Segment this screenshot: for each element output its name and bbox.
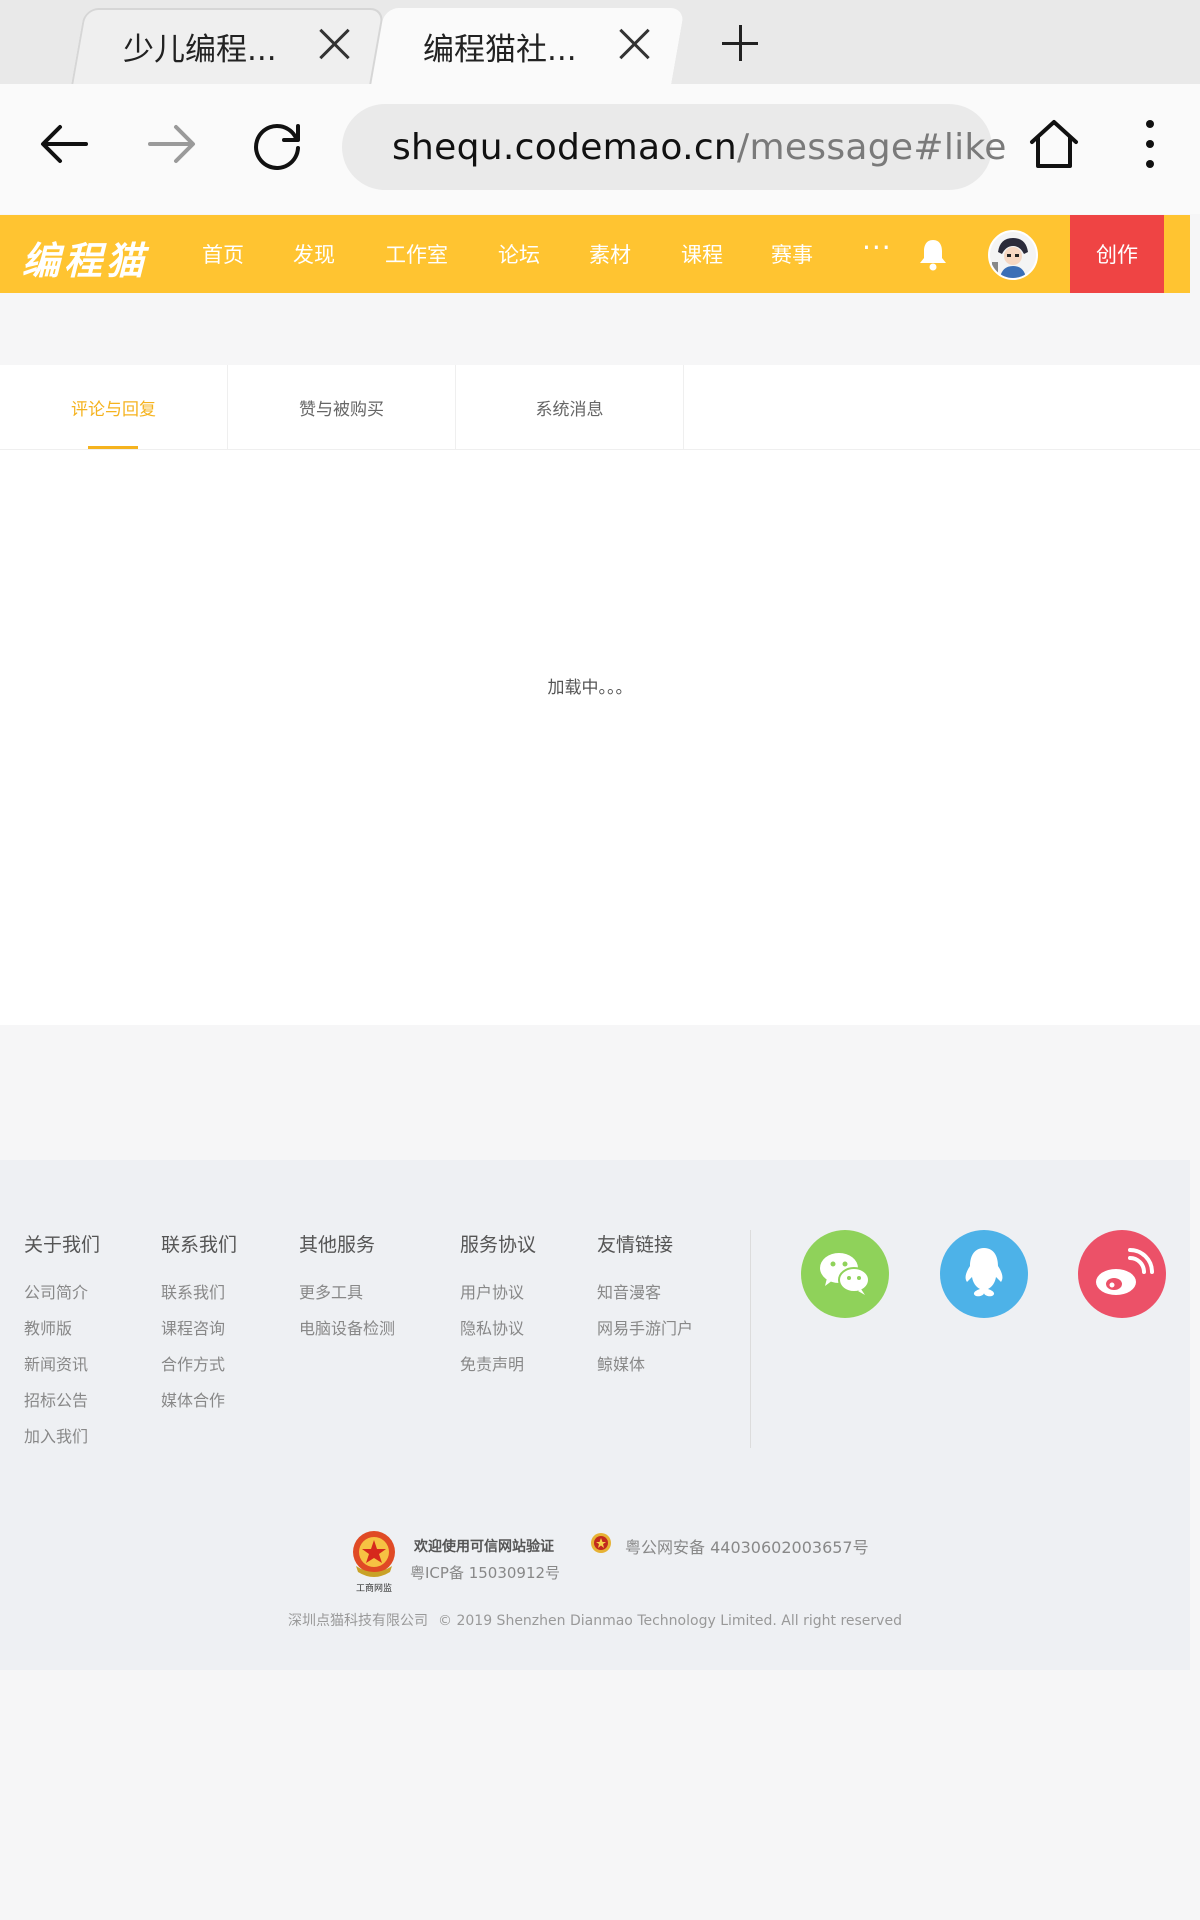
footer-link[interactable]: 联系我们 <box>161 1279 237 1315</box>
footer-link[interactable]: 知音漫客 <box>597 1279 693 1315</box>
gongan-text[interactable]: 粤公网安备 44030602003657号 <box>625 1534 869 1558</box>
qq-glyph <box>940 1230 1028 1318</box>
nav-materials[interactable]: 素材 <box>589 239 631 269</box>
browser-toolbar: shequ.codemao.cn/message#like <box>0 84 1200 214</box>
weibo-glyph <box>1078 1230 1166 1318</box>
emblem-caption: 工商网监 <box>356 1582 392 1594</box>
home-icon[interactable] <box>1024 114 1084 174</box>
copyright-line: 深圳点猫科技有限公司 © 2019 Shenzhen Dianmao Techno… <box>0 1610 1190 1630</box>
tab-likes-purchases[interactable]: 赞与被购买 <box>228 365 456 449</box>
site-nav: 编程猫 首页 发现 工作室 论坛 素材 课程 赛事 ··· 创作 <box>0 215 1190 293</box>
loading-indicator: 加载中。。。 <box>0 673 1200 698</box>
url-text: shequ.codemao.cn/message#like <box>392 127 1007 168</box>
nav-studio[interactable]: 工作室 <box>385 239 448 269</box>
footer-link[interactable]: 教师版 <box>24 1315 100 1351</box>
url-host: shequ.codemao.cn <box>392 126 738 168</box>
company-name: 深圳点猫科技有限公司 <box>288 1613 429 1629</box>
footer-col-agreements: 服务协议 用户协议 隐私协议 免责声明 <box>460 1230 536 1387</box>
site-footer: 关于我们 公司简介 教师版 新闻资讯 招标公告 加入我们 联系我们 联系我们 课… <box>0 1160 1190 1670</box>
nav-contests[interactable]: 赛事 <box>771 239 813 269</box>
footer-col-contact: 联系我们 联系我们 课程咨询 合作方式 媒体合作 <box>161 1230 237 1423</box>
tab-comments-replies[interactable]: 评论与回复 <box>0 365 228 449</box>
footer-link[interactable]: 合作方式 <box>161 1351 237 1387</box>
back-arrow-icon[interactable] <box>34 114 94 174</box>
close-tab-icon[interactable] <box>316 26 352 62</box>
footer-link[interactable]: 网易手游门户 <box>597 1315 693 1351</box>
tab-title: 少儿编程... <box>123 31 277 68</box>
footer-link[interactable]: 用户协议 <box>460 1279 536 1315</box>
footer-link[interactable]: 免责声明 <box>460 1351 536 1387</box>
police-badge-icon <box>591 1533 611 1553</box>
messages-panel: 评论与回复 赞与被购买 系统消息 加载中。。。 <box>0 365 1200 1025</box>
nav-forum[interactable]: 论坛 <box>498 239 540 269</box>
footer-link[interactable]: 公司简介 <box>24 1279 100 1315</box>
footer-link[interactable]: 课程咨询 <box>161 1315 237 1351</box>
user-avatar[interactable] <box>988 230 1038 280</box>
qq-icon[interactable] <box>940 1230 1028 1318</box>
tab-title: 编程猫社... <box>423 31 577 68</box>
tab-system-messages[interactable]: 系统消息 <box>456 365 684 449</box>
footer-col-title: 友情链接 <box>597 1234 674 1256</box>
browser-tab-1[interactable]: 少儿编程... <box>71 8 385 84</box>
more-nav-icon[interactable]: ··· <box>862 231 892 264</box>
reload-icon[interactable] <box>248 114 308 174</box>
nav-courses[interactable]: 课程 <box>681 239 723 269</box>
cert-welcome-text[interactable]: 欢迎使用可信网站验证 <box>414 1536 554 1556</box>
close-tab-icon[interactable] <box>616 26 652 62</box>
loading-text: 加载中。。。 <box>547 678 633 698</box>
bell-icon[interactable] <box>918 237 948 271</box>
copyright-text: © 2019 Shenzhen Dianmao Technology Limit… <box>438 1613 902 1629</box>
footer-link[interactable]: 更多工具 <box>299 1279 395 1315</box>
nav-discover[interactable]: 发现 <box>293 239 335 269</box>
footer-link[interactable]: 加入我们 <box>24 1423 100 1459</box>
browser-tab-2[interactable]: 编程猫社... <box>371 8 685 84</box>
url-path: /message#like <box>737 126 1007 168</box>
footer-col-title: 联系我们 <box>161 1234 238 1256</box>
footer-col-title: 关于我们 <box>24 1234 101 1256</box>
message-tabs: 评论与回复 赞与被购买 系统消息 <box>0 365 1200 450</box>
weibo-icon[interactable] <box>1078 1230 1166 1318</box>
footer-col-title: 服务协议 <box>460 1234 537 1256</box>
footer-link[interactable]: 鲸媒体 <box>597 1351 693 1387</box>
footer-link[interactable]: 隐私协议 <box>460 1315 536 1351</box>
icp-text[interactable]: 粤ICP备 15030912号 <box>410 1562 560 1583</box>
footer-col-services: 其他服务 更多工具 电脑设备检测 <box>299 1230 395 1351</box>
nav-home[interactable]: 首页 <box>202 239 244 269</box>
footer-divider <box>750 1230 751 1448</box>
menu-dots-icon[interactable] <box>1120 114 1180 174</box>
create-button[interactable]: 创作 <box>1070 215 1164 293</box>
browser-tab-strip: 少儿编程... 编程猫社... <box>0 0 1200 84</box>
forward-arrow-icon[interactable] <box>142 114 202 174</box>
new-tab-icon[interactable] <box>722 25 758 61</box>
avatar-image <box>990 232 1036 278</box>
address-bar[interactable]: shequ.codemao.cn/message#like <box>342 104 1006 190</box>
wechat-glyph <box>801 1230 889 1318</box>
footer-link[interactable]: 招标公告 <box>24 1387 100 1423</box>
trust-emblem-icon[interactable]: 工商网监 <box>350 1528 398 1594</box>
footer-link[interactable]: 媒体合作 <box>161 1387 237 1423</box>
footer-link[interactable]: 电脑设备检测 <box>299 1315 395 1351</box>
certification-block: 工商网监 欢迎使用可信网站验证 粤ICP备 15030912号 粤公网安备 44… <box>350 1528 870 1598</box>
footer-col-about: 关于我们 公司简介 教师版 新闻资讯 招标公告 加入我们 <box>24 1230 100 1459</box>
footer-col-title: 其他服务 <box>299 1234 376 1256</box>
footer-col-friend-links: 友情链接 知音漫客 网易手游门户 鲸媒体 <box>597 1230 693 1387</box>
wechat-icon[interactable] <box>801 1230 889 1318</box>
site-logo[interactable]: 编程猫 <box>22 230 148 285</box>
footer-link[interactable]: 新闻资讯 <box>24 1351 100 1387</box>
